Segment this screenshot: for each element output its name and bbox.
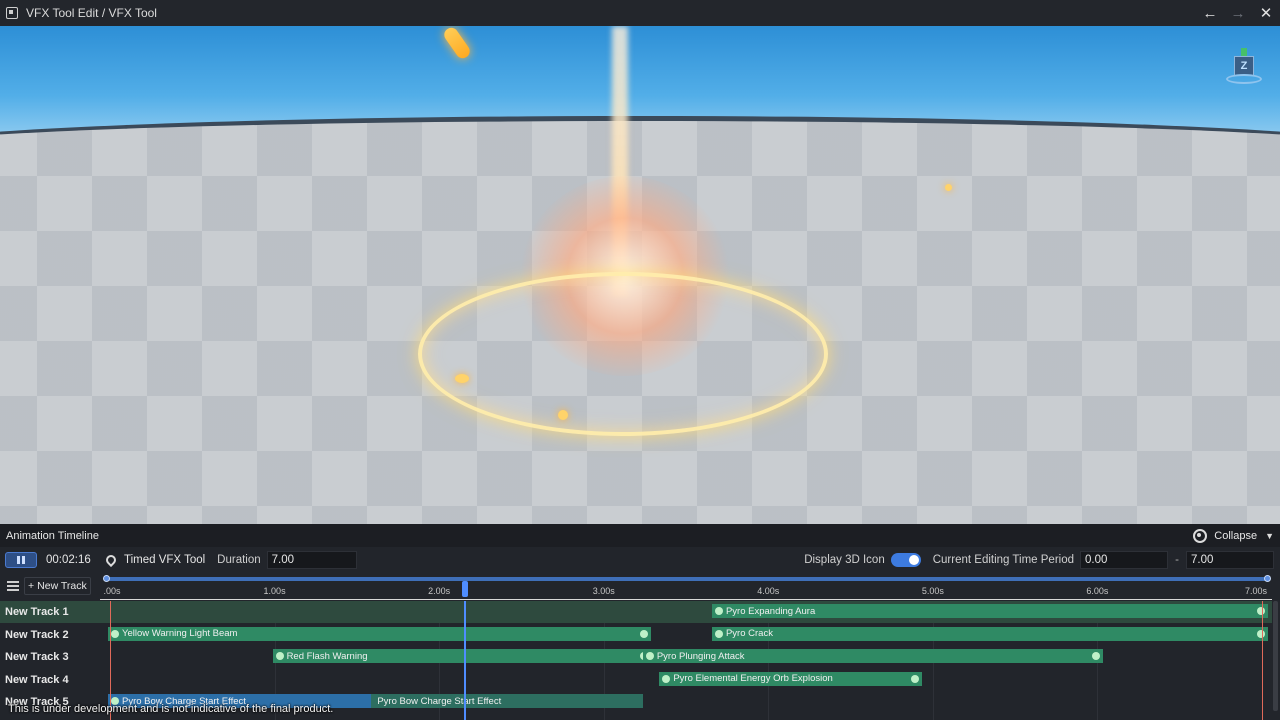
time-ruler[interactable]: .00s 1.00s 2.00s 3.00s 4.00s 5.00s 6.00s 7.00s (100, 575, 1272, 600)
clip-label: Pyro Expanding Aura (725, 605, 816, 617)
timecode: 00:02:16 (46, 554, 91, 566)
display-3d-icon-toggle[interactable] (890, 553, 921, 567)
timeline-clip[interactable]: Pyro Elemental Energy Orb Explosion (659, 671, 923, 686)
range-scrubber[interactable] (104, 577, 1268, 581)
clip-end-handle[interactable] (1256, 629, 1265, 638)
scene-viewport[interactable]: Z (0, 26, 1280, 524)
duration-label: Duration (217, 554, 261, 566)
menu-icon[interactable] (7, 581, 19, 591)
timeline-clip[interactable]: Yellow Warning Light Beam (108, 626, 651, 641)
timeline-clip[interactable]: Pyro Plunging Attack (642, 649, 1104, 664)
clip-start-handle[interactable] (714, 629, 723, 638)
location-pin-icon (103, 552, 119, 568)
window-title: VFX Tool Edit / VFX Tool (26, 6, 157, 20)
spark (455, 374, 469, 383)
period-start-input[interactable]: 0.00 (1080, 551, 1168, 569)
clip-end-handle[interactable] (1256, 607, 1265, 615)
track-label[interactable]: New Track 1 (0, 601, 102, 623)
range-end-handle[interactable] (1264, 575, 1271, 582)
spark (558, 410, 568, 420)
clip-start-handle[interactable] (111, 629, 119, 638)
ruler-tick-label: .00s (103, 586, 121, 596)
track-tools: + New Track (0, 576, 100, 596)
ruler-tick-label: 6.00s (1086, 586, 1109, 596)
clip-end-handle[interactable] (1092, 652, 1101, 661)
timeline-clip[interactable]: Pyro Bow Charge Start Effect (371, 694, 643, 709)
undo-icon[interactable]: ← (1196, 0, 1224, 26)
clip-start-handle[interactable] (645, 652, 654, 661)
gear-icon[interactable] (1193, 528, 1208, 543)
track-label[interactable]: New Track 3 (0, 646, 102, 668)
collapse-button[interactable]: Collapse (1214, 530, 1257, 542)
editing-period-label: Current Editing Time Period (932, 554, 1074, 566)
clip-label: Pyro Plunging Attack (656, 650, 745, 662)
animation-timeline-panel: Animation Timeline Collapse ▼ 00:02:16 T… (0, 524, 1280, 720)
ruler-tick-label: 7.00s (1244, 586, 1268, 596)
timeline-clip[interactable]: Pyro Expanding Aura (711, 604, 1268, 618)
gizmo-ring (1226, 74, 1262, 84)
timeline-controls: 00:02:16 Timed VFX Tool Duration 7.00 Di… (0, 548, 1280, 572)
pause-button[interactable] (5, 552, 37, 568)
clip-start-handle[interactable] (275, 652, 284, 661)
clip-end-handle[interactable] (911, 674, 920, 683)
timeline-clip[interactable]: Red Flash Warning (272, 649, 651, 664)
title-bar: VFX Tool Edit / VFX Tool ← → ✕ (0, 0, 1280, 26)
plus-icon: + (28, 580, 35, 592)
playhead-line[interactable] (464, 601, 467, 720)
app-icon (6, 7, 18, 19)
end-marker (1262, 601, 1263, 720)
period-end-input[interactable]: 7.00 (1186, 551, 1274, 569)
clip-label: Yellow Warning Light Beam (122, 628, 238, 640)
chevron-down-icon[interactable]: ▼ (1265, 531, 1274, 541)
vertical-scrollbar[interactable] (1273, 601, 1278, 711)
fire-streak (441, 26, 473, 61)
clip-start-handle[interactable] (662, 674, 671, 683)
track-label[interactable]: New Track 2 (0, 624, 102, 646)
new-track-button[interactable]: + New Track (24, 577, 91, 595)
ruler-baseline (100, 599, 1272, 600)
close-icon[interactable]: ✕ (1252, 0, 1280, 26)
duration-input[interactable]: 7.00 (266, 551, 357, 569)
clip-end-handle[interactable] (639, 629, 648, 638)
ruler-tick-label: 3.00s (592, 586, 615, 596)
track-label[interactable]: New Track 4 (0, 669, 102, 691)
warning-ring (418, 272, 828, 436)
ruler-tick-label: 1.00s (263, 586, 286, 596)
clip-start-handle[interactable] (714, 607, 723, 615)
new-track-label: New Track (37, 580, 87, 592)
display-3d-icon-label: Display 3D Icon (804, 554, 885, 566)
range-dash: - (1175, 554, 1179, 566)
ruler-tick-label: 4.00s (757, 586, 780, 596)
clip-label: Pyro Crack (725, 628, 773, 640)
ruler-tick-label: 5.00s (921, 586, 944, 596)
z-axis-cube: Z (1234, 56, 1254, 76)
clip-label: Pyro Elemental Energy Orb Explosion (673, 673, 833, 685)
panel-header: Animation Timeline Collapse ▼ (0, 524, 1280, 547)
y-axis-icon (1241, 48, 1247, 56)
tool-name: Timed VFX Tool (124, 554, 206, 566)
panel-title: Animation Timeline (6, 529, 99, 542)
ruler-tick-label: 2.00s (428, 586, 451, 596)
playhead-handle[interactable] (462, 581, 469, 597)
axis-gizmo[interactable]: Z (1226, 48, 1262, 84)
range-start-handle[interactable] (103, 575, 110, 582)
redo-icon[interactable]: → (1224, 0, 1252, 26)
development-notice: This is under development and is not ind… (8, 703, 334, 715)
timeline-clip[interactable]: Pyro Crack (711, 626, 1268, 641)
clip-label: Pyro Bow Charge Start Effect (377, 695, 502, 707)
track-row[interactable]: New Track 4 (0, 669, 1272, 691)
clip-label: Red Flash Warning (286, 650, 368, 662)
spark (945, 184, 952, 191)
